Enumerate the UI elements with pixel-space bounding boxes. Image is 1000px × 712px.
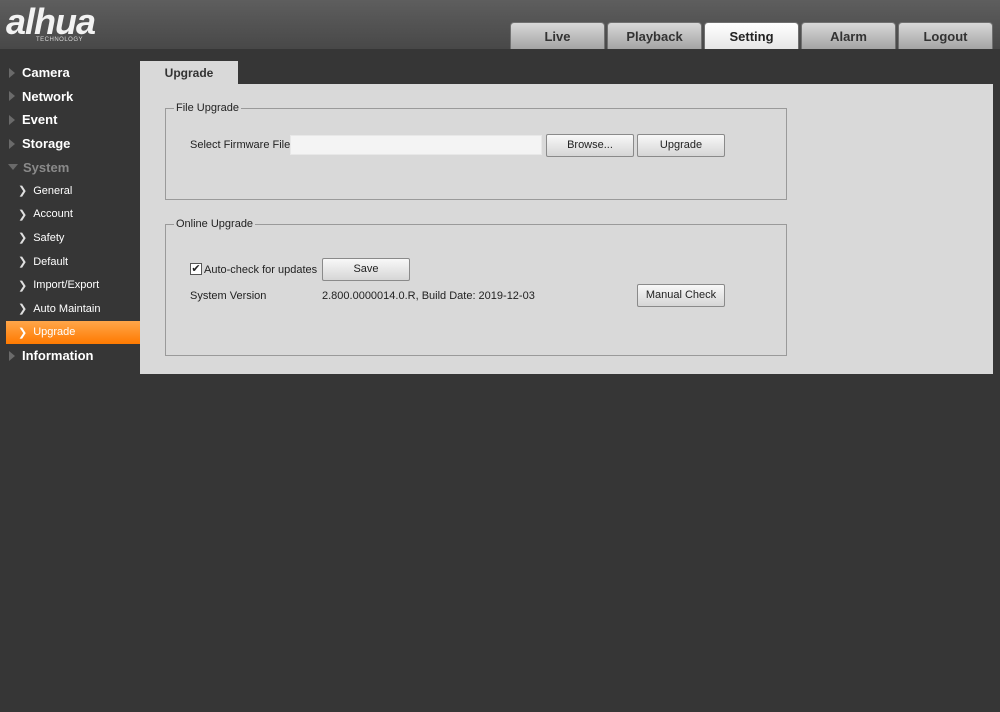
chevron-right-icon: ❯ xyxy=(18,256,28,269)
browse-button[interactable]: Browse... xyxy=(546,134,634,157)
sidebar-subitem-label: Upgrade xyxy=(33,326,76,339)
sidebar-item-label: Network xyxy=(22,88,74,104)
sidebar-item-camera[interactable]: Camera xyxy=(0,61,140,85)
sidebar: Camera Network Event Storage System ❯ Ge… xyxy=(0,61,140,368)
sidebar-item-network[interactable]: Network xyxy=(0,85,140,109)
sidebar-subitem-general[interactable]: ❯ General xyxy=(0,179,140,203)
system-version-label: System Version xyxy=(190,290,267,302)
sidebar-item-information[interactable]: Information xyxy=(0,344,140,368)
tab-live[interactable]: Live xyxy=(510,22,605,49)
triangle-right-icon xyxy=(9,91,15,102)
save-button[interactable]: Save xyxy=(322,258,410,281)
sidebar-subitem-upgrade[interactable]: ❯ Upgrade xyxy=(6,320,140,345)
online-upgrade-legend: Online Upgrade xyxy=(176,218,254,230)
system-version-value: 2.800.0000014.0.R, Build Date: 2019-12-0… xyxy=(322,290,535,302)
sidebar-subitem-label: General xyxy=(33,184,73,197)
triangle-right-icon xyxy=(9,67,15,78)
tab-alarm[interactable]: Alarm xyxy=(801,22,896,49)
triangle-right-icon xyxy=(9,350,15,361)
tab-logout[interactable]: Logout xyxy=(898,22,993,49)
sidebar-item-label: System xyxy=(23,159,70,175)
sidebar-subitem-label: Account xyxy=(33,208,73,221)
triangle-right-icon xyxy=(9,114,15,125)
sidebar-subitem-account[interactable]: ❯ Account xyxy=(0,203,140,227)
logo-subtext: TECHNOLOGY xyxy=(36,37,84,43)
sidebar-item-label: Camera xyxy=(22,65,70,81)
sidebar-item-event[interactable]: Event xyxy=(0,108,140,132)
upgrade-button[interactable]: Upgrade xyxy=(637,134,725,157)
select-firmware-label: Select Firmware File xyxy=(190,139,291,151)
sidebar-item-label: Storage xyxy=(22,136,71,152)
tab-playback[interactable]: Playback xyxy=(607,22,702,49)
sidebar-subitem-safety[interactable]: ❯ Safety xyxy=(0,226,140,250)
sidebar-item-label: Event xyxy=(22,112,58,128)
chevron-right-icon: ❯ xyxy=(18,279,28,292)
chevron-right-icon: ❯ xyxy=(18,185,28,198)
sidebar-item-label: Information xyxy=(22,348,94,364)
sidebar-subitem-label: Safety xyxy=(33,231,65,244)
sidebar-subitem-label: Default xyxy=(33,255,69,268)
sidebar-subitem-default[interactable]: ❯ Default xyxy=(0,250,140,274)
chevron-right-icon: ❯ xyxy=(18,208,28,221)
chevron-right-icon: ❯ xyxy=(18,303,28,316)
sidebar-subitem-auto-maintain[interactable]: ❯ Auto Maintain xyxy=(0,297,140,321)
firmware-file-field[interactable] xyxy=(290,135,542,155)
dahua-logo: alhua TECHNOLOGY xyxy=(6,2,126,46)
autocheck-checkbox[interactable]: ✔ xyxy=(190,263,202,275)
page-title-tab: Upgrade xyxy=(140,61,238,85)
sidebar-subitem-import-export[interactable]: ❯ Import/Export xyxy=(0,273,140,297)
triangle-down-icon xyxy=(8,164,18,171)
top-bar: alhua TECHNOLOGY Live Playback Setting A… xyxy=(0,0,1000,49)
chevron-right-icon: ❯ xyxy=(18,232,28,245)
sidebar-subitem-label: Import/Export xyxy=(33,279,100,292)
tab-setting[interactable]: Setting xyxy=(704,22,799,49)
sidebar-item-storage[interactable]: Storage xyxy=(0,132,140,156)
sidebar-item-system[interactable]: System xyxy=(0,155,140,179)
upgrade-panel: File Upgrade Select Firmware File Browse… xyxy=(140,84,993,374)
sidebar-subitem-label: Auto Maintain xyxy=(33,302,101,315)
manual-check-button[interactable]: Manual Check xyxy=(637,284,725,307)
file-upgrade-legend: File Upgrade xyxy=(176,102,239,114)
autocheck-label: Auto-check for updates xyxy=(204,264,318,276)
chevron-right-icon: ❯ xyxy=(18,326,28,339)
logo-brand-text: alhua xyxy=(6,1,96,42)
triangle-right-icon xyxy=(9,138,15,149)
